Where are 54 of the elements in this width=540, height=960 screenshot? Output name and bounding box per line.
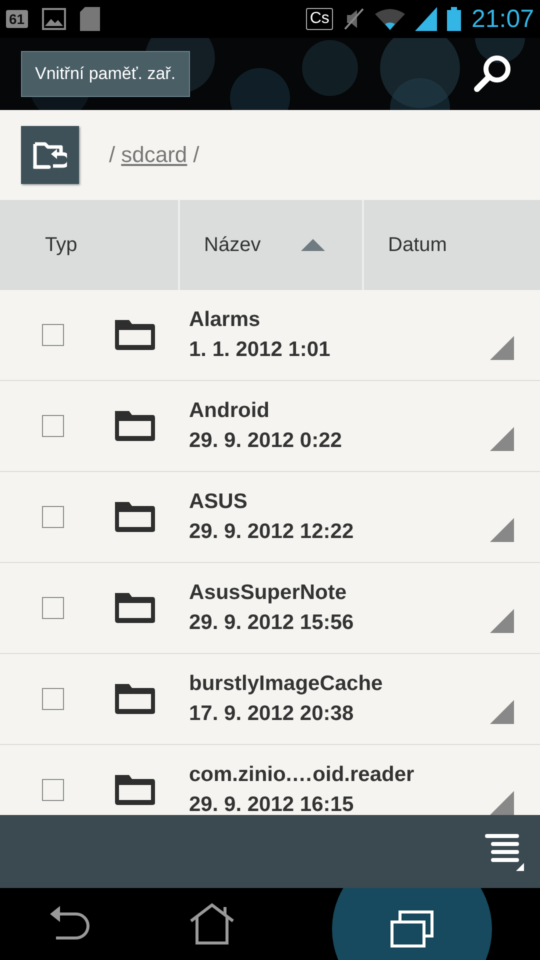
signal-icon: [415, 7, 438, 31]
battery-badge: 61: [6, 10, 28, 28]
folder-icon: [113, 773, 157, 807]
file-name: burstlyImageCache: [189, 672, 383, 696]
file-date: 29. 9. 2012 16:15: [189, 793, 355, 815]
back-icon[interactable]: [48, 906, 92, 942]
file-name: com.zinio.…oid.reader: [189, 763, 414, 787]
home-icon[interactable]: [188, 903, 235, 945]
sd-card-icon: [80, 7, 100, 31]
checkbox[interactable]: [42, 779, 64, 801]
storage-button[interactable]: Vnitřní paměť. zař.: [21, 51, 190, 97]
sort-arrow-icon: [300, 239, 325, 251]
file-date: 29. 9. 2012 12:22: [189, 520, 354, 544]
image-icon: [42, 8, 66, 30]
checkbox[interactable]: [42, 415, 64, 437]
column-header[interactable]: Typ: [0, 200, 180, 290]
corner-triangle-icon[interactable]: [490, 336, 514, 360]
corner-triangle-icon[interactable]: [490, 609, 514, 633]
file-date: 29. 9. 2012 0:22: [189, 429, 342, 453]
corner-triangle-icon[interactable]: [490, 791, 514, 815]
folder-icon: [113, 409, 157, 443]
path-separator: /: [193, 142, 200, 168]
column-header[interactable]: Datum: [364, 200, 540, 290]
checkbox[interactable]: [42, 597, 64, 619]
menu-icon[interactable]: [484, 832, 524, 870]
recent-apps-icon: [390, 910, 434, 948]
wifi-icon: [375, 8, 406, 30]
muted-icon: [343, 7, 366, 31]
column-header[interactable]: Název: [180, 200, 364, 290]
corner-triangle-icon[interactable]: [490, 518, 514, 542]
corner-triangle-icon[interactable]: [490, 427, 514, 451]
checkbox[interactable]: [42, 324, 64, 346]
corner-triangle-icon[interactable]: [490, 700, 514, 724]
keyboard-badge: Cs: [306, 8, 334, 30]
folder-back-icon: [33, 140, 67, 170]
folder-icon: [113, 500, 157, 534]
file-name: AsusSuperNote: [189, 581, 348, 605]
folder-icon: [113, 318, 157, 352]
file-name: ASUS: [189, 490, 248, 514]
clock: 21:07: [471, 4, 534, 34]
file-name: Android: [189, 399, 270, 423]
path-separator: /: [109, 142, 116, 168]
checkbox[interactable]: [42, 506, 64, 528]
checkbox[interactable]: [42, 688, 64, 710]
file-date: 29. 9. 2012 15:56: [189, 611, 354, 635]
file-date: 17. 9. 2012 20:38: [189, 702, 355, 726]
folder-icon: [113, 682, 157, 716]
file-name: Alarms: [189, 308, 262, 332]
file-date: 1. 1. 2012 1:01: [189, 338, 330, 362]
parent-folder-button[interactable]: [21, 126, 79, 184]
folder-icon: [113, 591, 157, 625]
path-link[interactable]: sdcard: [121, 142, 188, 168]
battery-icon: [447, 7, 462, 31]
search-icon[interactable]: [472, 54, 512, 94]
